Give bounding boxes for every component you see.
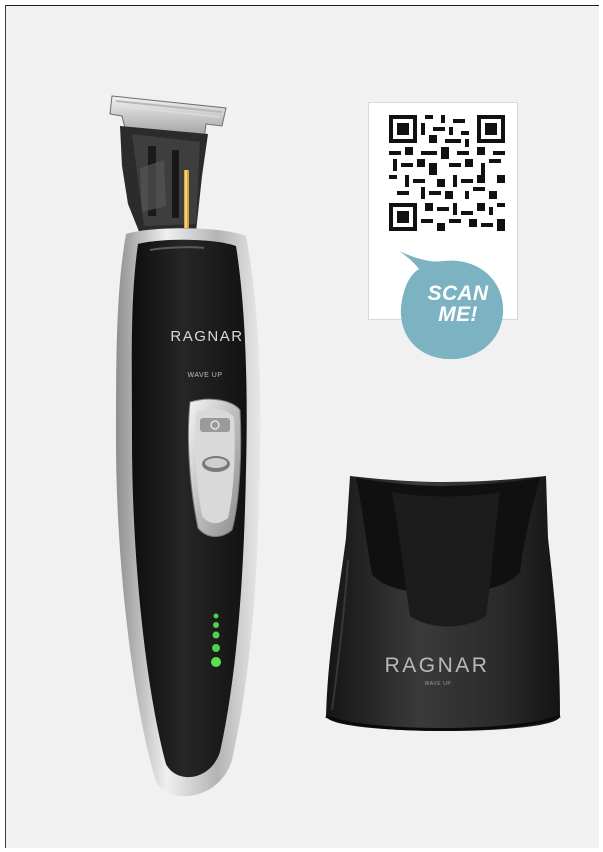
charging-base [325, 476, 561, 731]
trimmer-model-label: WAVE UP [187, 372, 223, 379]
trimmer-head-mechanism [120, 126, 208, 234]
product-image-page: SCAN ME! RAGNAR WAVE UP RAGNAR WAVE UP [0, 0, 603, 852]
power-switch [187, 398, 242, 537]
base-brand-logo: RAGNAR [384, 654, 490, 677]
trimmer-brand-logo: RAGNAR [170, 328, 244, 345]
base-model-label: WAVE UP [424, 681, 452, 687]
qr-code[interactable] [389, 115, 505, 231]
scan-me-text: SCAN ME! [408, 283, 508, 325]
scan-me-line-1: SCAN [427, 282, 489, 305]
scan-me-line-2: ME! [438, 303, 478, 326]
hair-trimmer [109, 95, 261, 797]
